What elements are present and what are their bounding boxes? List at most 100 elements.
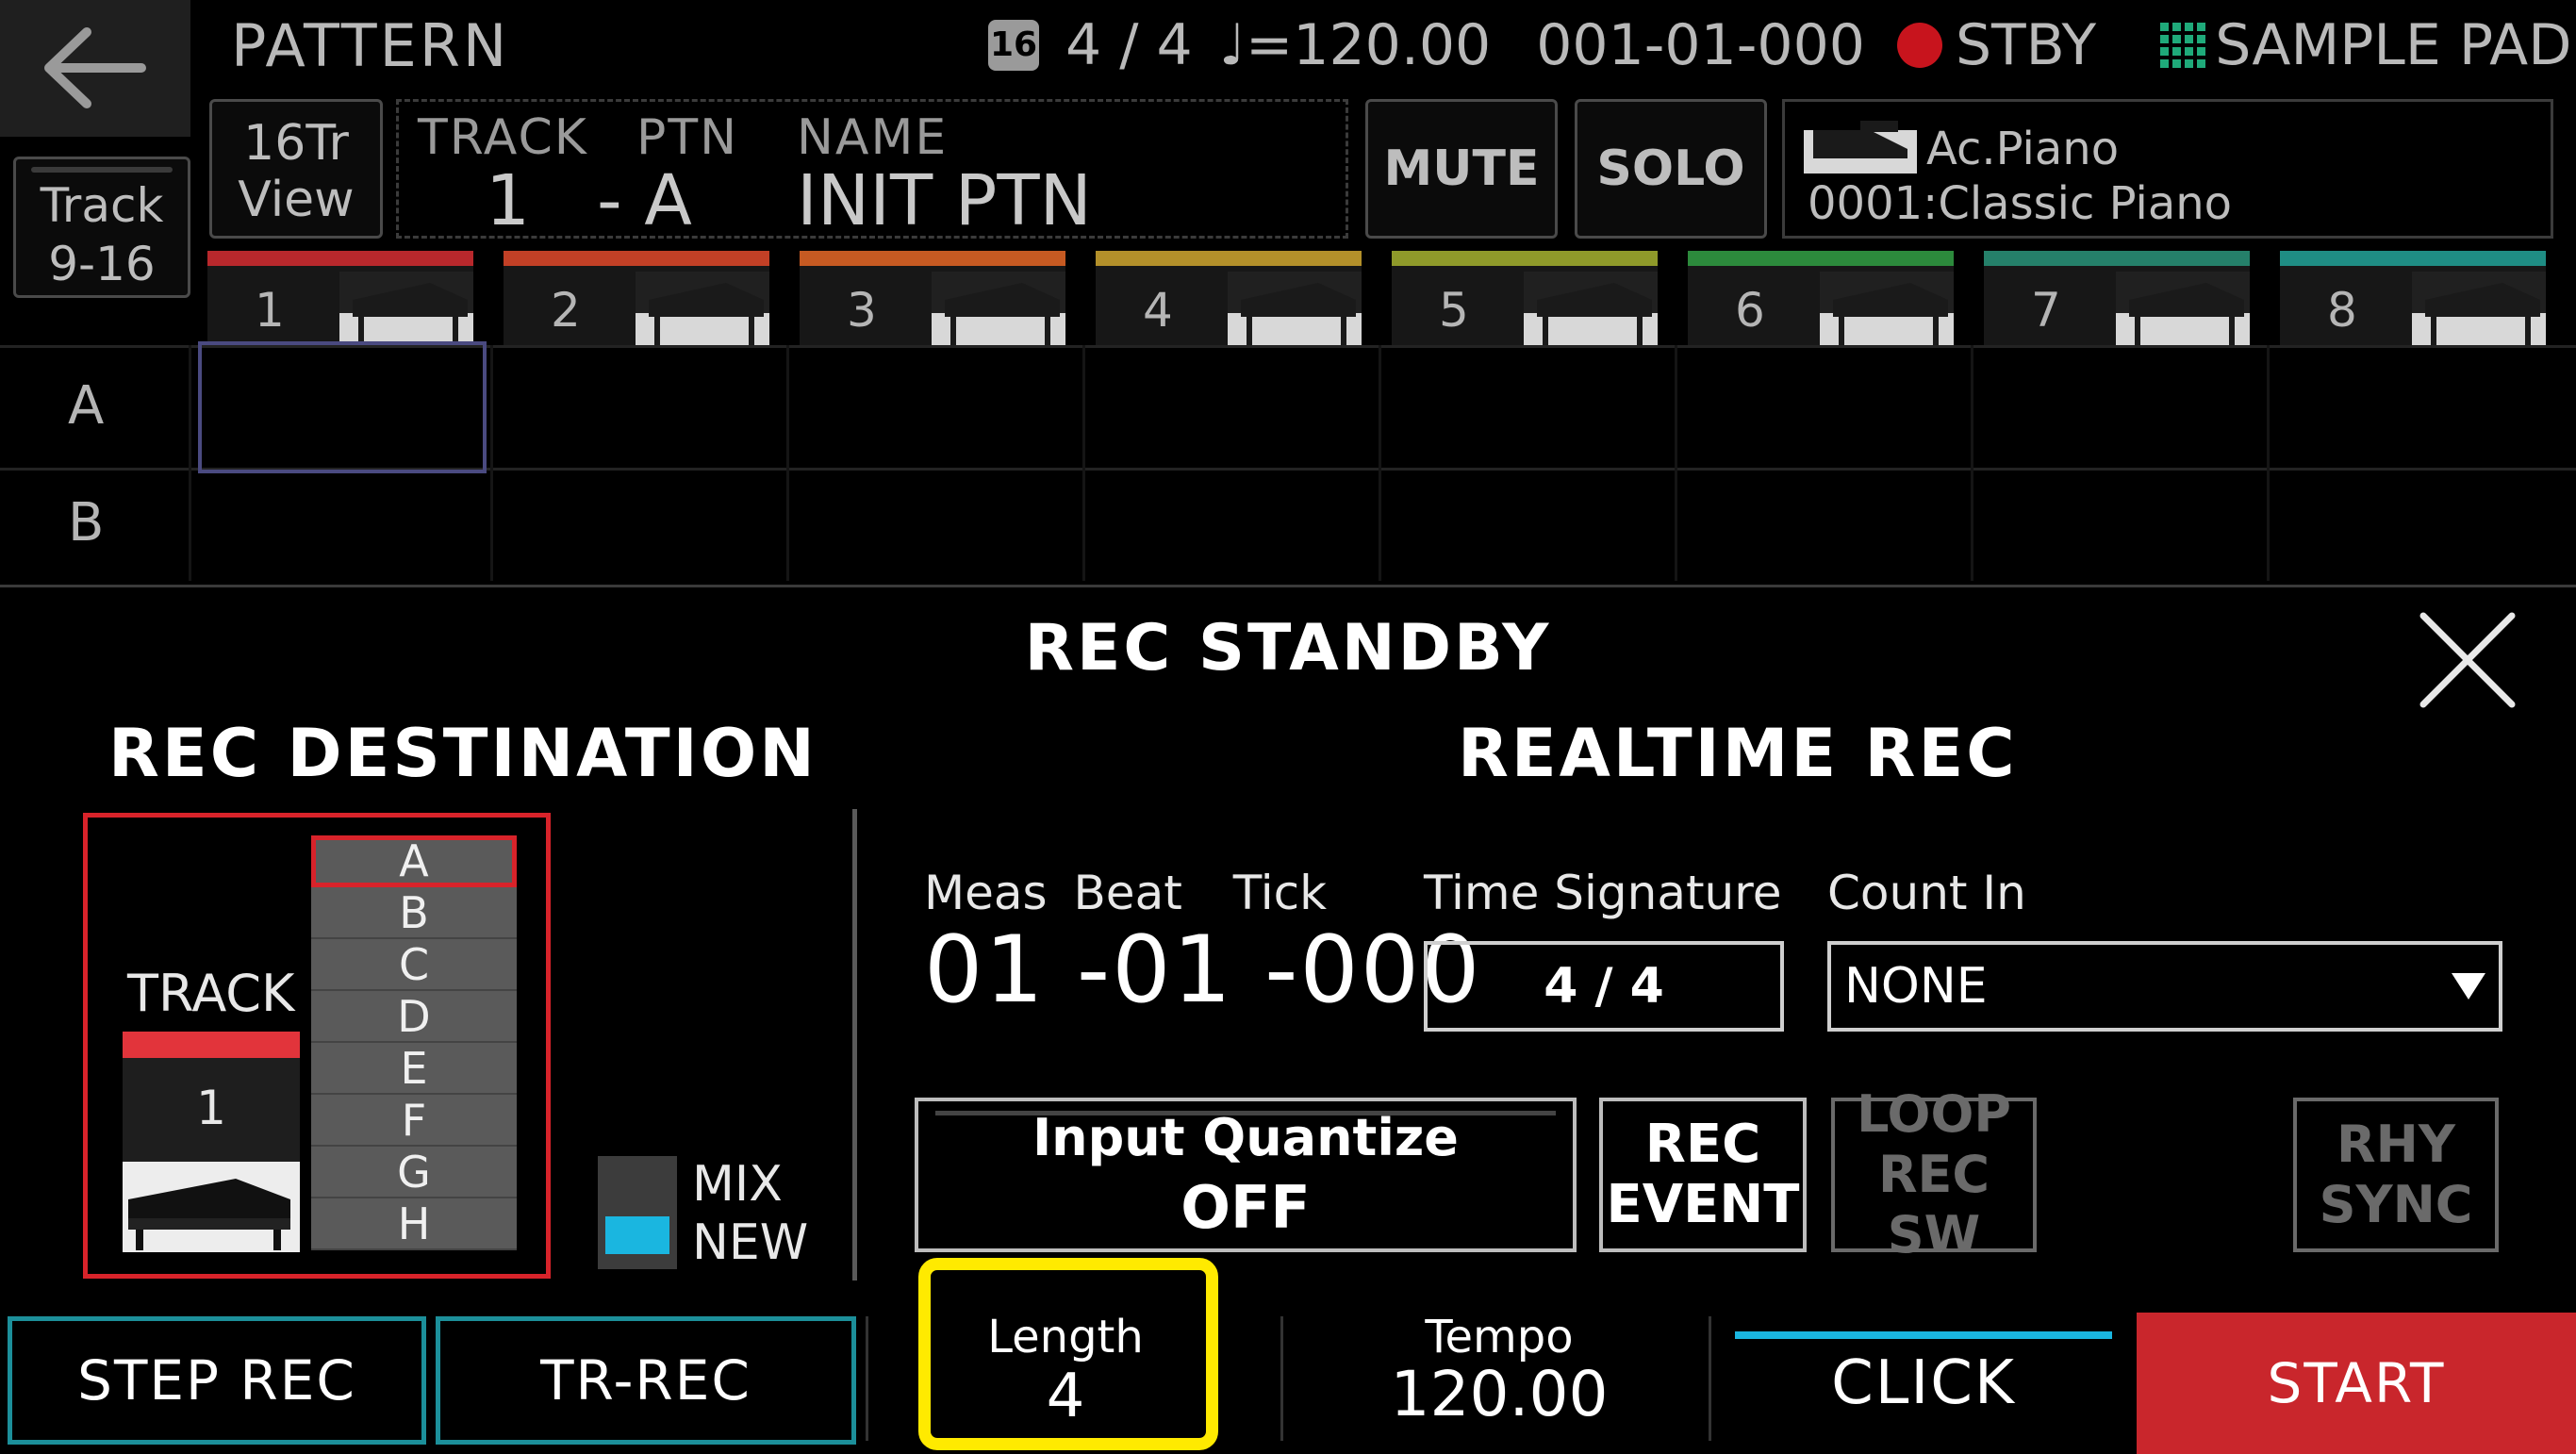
- loop-rec-line1: LOOP: [1857, 1084, 2011, 1144]
- header-tempo: ♩=120.00: [1218, 12, 1492, 78]
- sample-pad-link[interactable]: SAMPLE PAD: [2158, 12, 2571, 78]
- track-column-header[interactable]: 1: [207, 251, 473, 345]
- track-column-header[interactable]: 8: [2280, 251, 2546, 345]
- instrument-icon: [932, 283, 1065, 345]
- rec-start-position[interactable]: 01 -01 -000: [924, 917, 1481, 1024]
- track-column-header[interactable]: 4: [1096, 251, 1362, 345]
- pattern-option[interactable]: F: [311, 1095, 517, 1147]
- column-divider: [1379, 345, 1381, 581]
- track-9-16-button[interactable]: Track 9-16: [13, 157, 190, 298]
- pattern-option[interactable]: E: [311, 1043, 517, 1095]
- track-number: 3: [847, 283, 877, 338]
- row-label-b: B: [68, 492, 105, 554]
- dest-pattern-list[interactable]: ABCDEFGH: [311, 835, 517, 1250]
- rec-event-line2: EVENT: [1606, 1174, 1800, 1235]
- instrument-icon: [1820, 283, 1954, 345]
- instrument-icon: [2412, 283, 2546, 345]
- instrument-thumbnail: [1524, 272, 1658, 345]
- track-number: 7: [2031, 283, 2061, 338]
- dest-track-number: 1: [196, 1081, 226, 1135]
- tone-category: Ac.Piano: [1926, 123, 2120, 175]
- instrument-icon: [2116, 283, 2250, 345]
- input-quantize-value: OFF: [1181, 1173, 1311, 1242]
- track-9-16-line2: 9-16: [48, 237, 156, 291]
- new-active-indicator: [605, 1216, 669, 1254]
- meas-beat-tick-labels: Meas Beat Tick: [924, 866, 1327, 920]
- rhy-sync-line2: SYNC: [2319, 1175, 2473, 1234]
- rec-event-line1: REC: [1644, 1114, 1761, 1175]
- instrument-thumbnail: [339, 272, 473, 345]
- track-column-header[interactable]: 3: [800, 251, 1065, 345]
- instrument-thumbnail: [2412, 272, 2546, 345]
- column-divider: [1971, 345, 1973, 581]
- dest-track-tile[interactable]: 1: [123, 1032, 300, 1252]
- track-column-header[interactable]: 7: [1984, 251, 2250, 345]
- dialog-title: REC STANDBY: [1024, 611, 1552, 686]
- 16tr-view-line1: 16Tr: [243, 115, 349, 172]
- rec-event-button[interactable]: REC EVENT: [1599, 1098, 1807, 1252]
- tempo-value[interactable]: 120.00: [1358, 1358, 1641, 1430]
- piano-icon: [1804, 121, 1917, 173]
- column-divider: [1082, 345, 1085, 581]
- mix-indicator: [598, 1156, 677, 1213]
- dialog-divider: [852, 809, 857, 1281]
- column-divider: [490, 345, 493, 581]
- loop-rec-sw-button[interactable]: LOOP REC SW: [1831, 1084, 2037, 1264]
- tr-rec-button[interactable]: TR-REC: [436, 1316, 856, 1445]
- count-in-label: Count In: [1827, 866, 2026, 920]
- track-label: TRACK: [418, 109, 588, 166]
- instrument-icon: [1228, 283, 1362, 345]
- solo-button[interactable]: SOLO: [1575, 99, 1767, 239]
- bottom-separator: [1709, 1316, 1711, 1441]
- header-time-signature: 4 / 4: [1065, 12, 1193, 78]
- tone-selector[interactable]: Ac.Piano 0001:Classic Piano: [1782, 99, 2553, 239]
- close-icon: [2419, 612, 2516, 708]
- close-button[interactable]: [2416, 608, 2519, 712]
- rhy-sync-button[interactable]: RHY SYNC: [2293, 1098, 2499, 1252]
- pattern-option[interactable]: G: [311, 1147, 517, 1198]
- pattern-option[interactable]: H: [311, 1198, 517, 1250]
- name-value: INIT PTN: [797, 160, 1092, 241]
- dropdown-arrow-icon: [2452, 973, 2485, 1000]
- name-label: NAME: [797, 109, 949, 166]
- realtime-rec-heading: REALTIME REC: [1458, 715, 2018, 792]
- start-button[interactable]: START: [2137, 1313, 2576, 1454]
- beat-label: Beat: [1073, 866, 1182, 920]
- sample-pad-label: SAMPLE PAD: [2215, 12, 2572, 78]
- time-signature-field[interactable]: 4 / 4: [1424, 941, 1784, 1032]
- status-bar: 16 4 / 4 ♩=120.00 001-01-000 STBY SAMPLE…: [988, 8, 2571, 83]
- step-rec-button[interactable]: STEP REC: [8, 1316, 426, 1445]
- loop-rec-line2: REC SW: [1877, 1145, 1990, 1264]
- count-in-select[interactable]: NONE: [1827, 941, 2502, 1032]
- pattern-option[interactable]: D: [311, 991, 517, 1043]
- input-quantize-button[interactable]: Input Quantize OFF: [915, 1098, 1577, 1252]
- 16tr-view-button[interactable]: 16Tr View: [209, 99, 383, 239]
- track-column-header[interactable]: 6: [1688, 251, 1954, 345]
- track-color-bar: [1392, 251, 1658, 266]
- bottom-separator: [1280, 1316, 1283, 1441]
- ptn-label: PTN: [636, 109, 739, 166]
- column-divider: [189, 345, 191, 581]
- grand-piano-icon: [128, 1179, 290, 1250]
- record-status-icon: [1896, 23, 1942, 68]
- track-color-bar: [800, 251, 1065, 266]
- mute-button[interactable]: MUTE: [1365, 99, 1558, 239]
- header-position: 001-01-000: [1536, 12, 1865, 78]
- pattern-option[interactable]: B: [311, 887, 517, 939]
- count-in-value: NONE: [1844, 958, 1988, 1015]
- 16tr-view-line2: View: [238, 172, 355, 228]
- tick-label: Tick: [1232, 866, 1328, 920]
- back-button[interactable]: [0, 0, 190, 137]
- instrument-thumbnail: [1228, 272, 1362, 345]
- rhy-sync-line1: RHY: [2337, 1115, 2455, 1174]
- click-button[interactable]: CLICK: [1735, 1331, 2112, 1435]
- pattern-info-panel[interactable]: TRACK 1 PTN - A NAME INIT PTN: [396, 99, 1348, 241]
- track-column-header[interactable]: 2: [504, 251, 769, 345]
- column-divider: [2267, 345, 2270, 581]
- tempo-label: Tempo: [1425, 1311, 1574, 1363]
- track-column-header[interactable]: 5: [1392, 251, 1658, 345]
- track-color-bar: [504, 251, 769, 266]
- pattern-option[interactable]: C: [311, 939, 517, 991]
- track-9-16-line1: Track: [40, 178, 164, 233]
- selected-pattern-cell[interactable]: [198, 341, 487, 473]
